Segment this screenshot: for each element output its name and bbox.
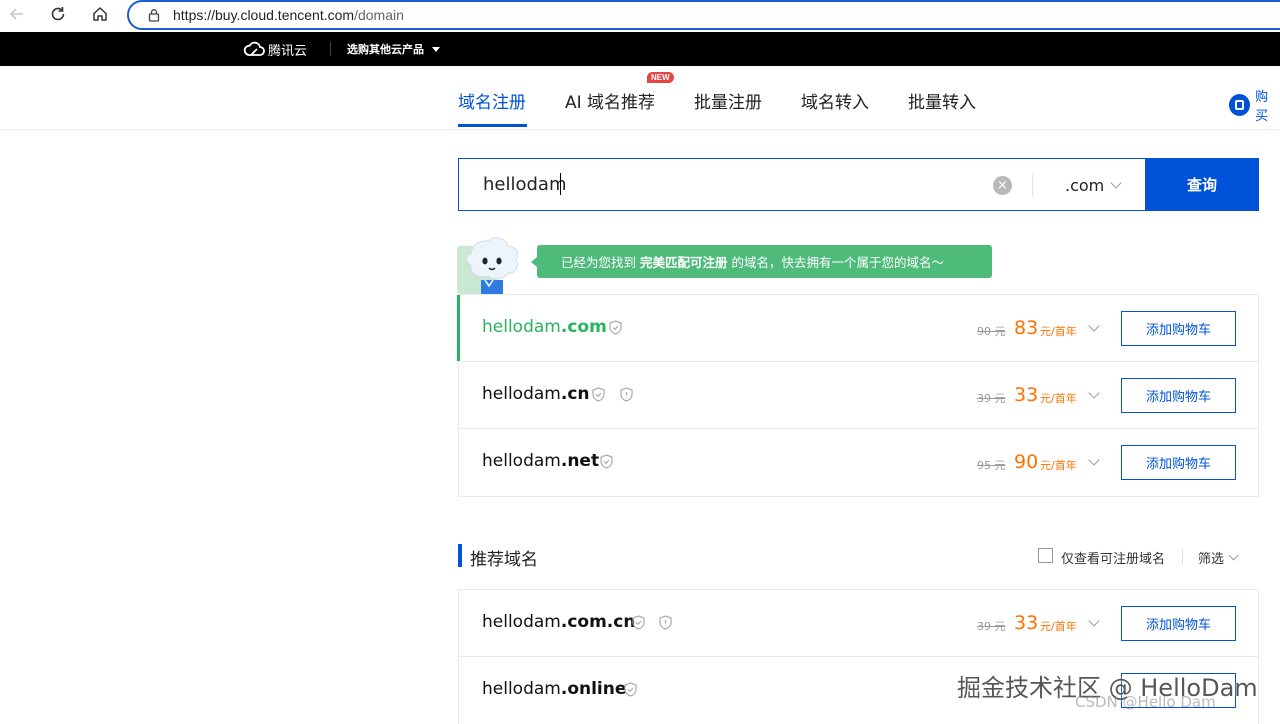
- shield-icon: [600, 454, 613, 469]
- domain-search-input[interactable]: [483, 174, 963, 195]
- original-price: 95 元: [977, 459, 1006, 472]
- domain-name: hellodam.com: [482, 317, 607, 337]
- domain-name: hellodam.cn: [482, 384, 590, 404]
- result-row: hellodam.com.cn 39 元 33 元/首年 添加购物车: [459, 590, 1258, 657]
- address-bar[interactable]: https://buy.cloud.tencent.com/domain: [127, 0, 1280, 30]
- reload-icon[interactable]: [46, 2, 70, 26]
- shield-icon: [624, 682, 637, 697]
- filter-label: 筛选: [1198, 552, 1225, 567]
- chevron-down-icon[interactable]: [1088, 454, 1100, 466]
- text-cursor: [560, 173, 561, 195]
- filter-divider: [1182, 549, 1183, 564]
- tab-bulk-register[interactable]: 批量注册: [694, 88, 762, 113]
- result-row: hellodam.com 90 元 83 元/首年 添加购物车: [457, 295, 1258, 362]
- section-accent-bar: [458, 544, 462, 567]
- available-only-checkbox[interactable]: [1038, 548, 1053, 563]
- buy-link[interactable]: 购买: [1229, 86, 1280, 124]
- shield-icon: [609, 320, 622, 335]
- shield-icon: [592, 387, 605, 402]
- match-tip-bubble: 已经为您找到 完美匹配可注册 的域名，快去拥有一个属于您的域名～: [531, 245, 992, 278]
- info-shield-icon: [659, 615, 672, 630]
- clear-icon[interactable]: ×: [993, 176, 1012, 195]
- filter-dropdown[interactable]: 筛选: [1198, 548, 1239, 567]
- chevron-down-icon[interactable]: [1088, 387, 1100, 399]
- tld-select-value: .com: [1065, 176, 1105, 195]
- current-price: 83: [1014, 317, 1039, 339]
- price-unit: 元/首年: [1040, 620, 1077, 633]
- current-price: 90: [1014, 451, 1039, 473]
- browser-toolbar: https://buy.cloud.tencent.com/domain: [0, 0, 1280, 32]
- tab-bulk-transfer[interactable]: 批量转入: [908, 88, 976, 113]
- result-row: hellodam.cn 39 元 33 元/首年 添加购物车: [459, 362, 1258, 429]
- domain-search-box: × .com: [458, 158, 1145, 211]
- tip-highlight: 完美匹配可注册: [640, 255, 728, 270]
- active-tab-indicator: [458, 124, 527, 127]
- current-price: 33: [1014, 612, 1039, 634]
- price-unit: 元/首年: [1040, 459, 1077, 472]
- buy-link-label: 购买: [1255, 90, 1269, 124]
- original-price: 39 元: [977, 620, 1006, 633]
- watermark-subtext: CSDN @Hello Dam: [1075, 693, 1216, 711]
- current-price: 33: [1014, 384, 1039, 406]
- recommended-title: 推荐域名: [470, 550, 538, 570]
- tip-prefix: 已经为您找到: [561, 255, 637, 270]
- tab-domain-register[interactable]: 域名注册: [458, 88, 526, 113]
- brand-logo[interactable]: 腾讯云: [243, 32, 307, 66]
- domain-name: hellodam.online: [482, 679, 627, 699]
- tld-select[interactable]: .com: [1065, 176, 1122, 195]
- price-unit: 元/首年: [1040, 325, 1077, 338]
- add-to-cart-button[interactable]: 添加购物车: [1121, 311, 1236, 346]
- available-only-label[interactable]: 仅查看可注册域名: [1061, 548, 1165, 567]
- tab-ai-recommend[interactable]: AI 域名推荐: [565, 88, 655, 113]
- mascot-illustration: [457, 237, 519, 294]
- domain-name: hellodam.com.cn: [482, 612, 636, 632]
- caret-down-icon: [432, 46, 440, 52]
- lock-icon: [148, 9, 160, 22]
- info-shield-icon: [620, 387, 633, 402]
- buy-icon: [1229, 94, 1251, 116]
- price-unit: 元/首年: [1040, 392, 1077, 405]
- shield-icon: [632, 615, 645, 630]
- tab-bar: 域名注册 AI 域名推荐 NEW 批量注册 域名转入 批量转入 购买: [0, 66, 1280, 130]
- add-to-cart-button[interactable]: 添加购物车: [1121, 445, 1236, 480]
- products-menu-label: 选购其他云产品: [347, 43, 424, 56]
- new-badge: NEW: [647, 72, 674, 83]
- domain-name: hellodam.net: [482, 451, 600, 471]
- chevron-down-icon: [1228, 550, 1239, 561]
- home-icon[interactable]: [88, 2, 112, 26]
- add-to-cart-button[interactable]: 添加购物车: [1121, 606, 1236, 641]
- cloud-logo-icon: [243, 41, 265, 56]
- url-text: https://buy.cloud.tencent.com/domain: [173, 7, 404, 23]
- header-divider: [330, 42, 331, 56]
- tab-domain-transfer[interactable]: 域名转入: [801, 88, 869, 113]
- search-divider: [1032, 173, 1033, 197]
- tip-suffix: 的域名，快去拥有一个属于您的域名～: [731, 255, 945, 270]
- result-row: hellodam.net 95 元 90 元/首年 添加购物车: [459, 429, 1258, 496]
- products-menu[interactable]: 选购其他云产品: [347, 32, 440, 66]
- chevron-down-icon[interactable]: [1088, 615, 1100, 627]
- chevron-down-icon: [1110, 177, 1122, 189]
- original-price: 90 元: [977, 325, 1006, 338]
- site-header: 腾讯云 选购其他云产品: [0, 32, 1280, 66]
- back-icon[interactable]: [5, 2, 29, 26]
- chevron-down-icon[interactable]: [1088, 320, 1100, 332]
- search-results: hellodam.com 90 元 83 元/首年 添加购物车 hellodam…: [457, 294, 1259, 497]
- add-to-cart-button[interactable]: 添加购物车: [1121, 378, 1236, 413]
- search-button[interactable]: 查询: [1145, 158, 1259, 211]
- brand-name: 腾讯云: [268, 43, 308, 59]
- original-price: 39 元: [977, 392, 1006, 405]
